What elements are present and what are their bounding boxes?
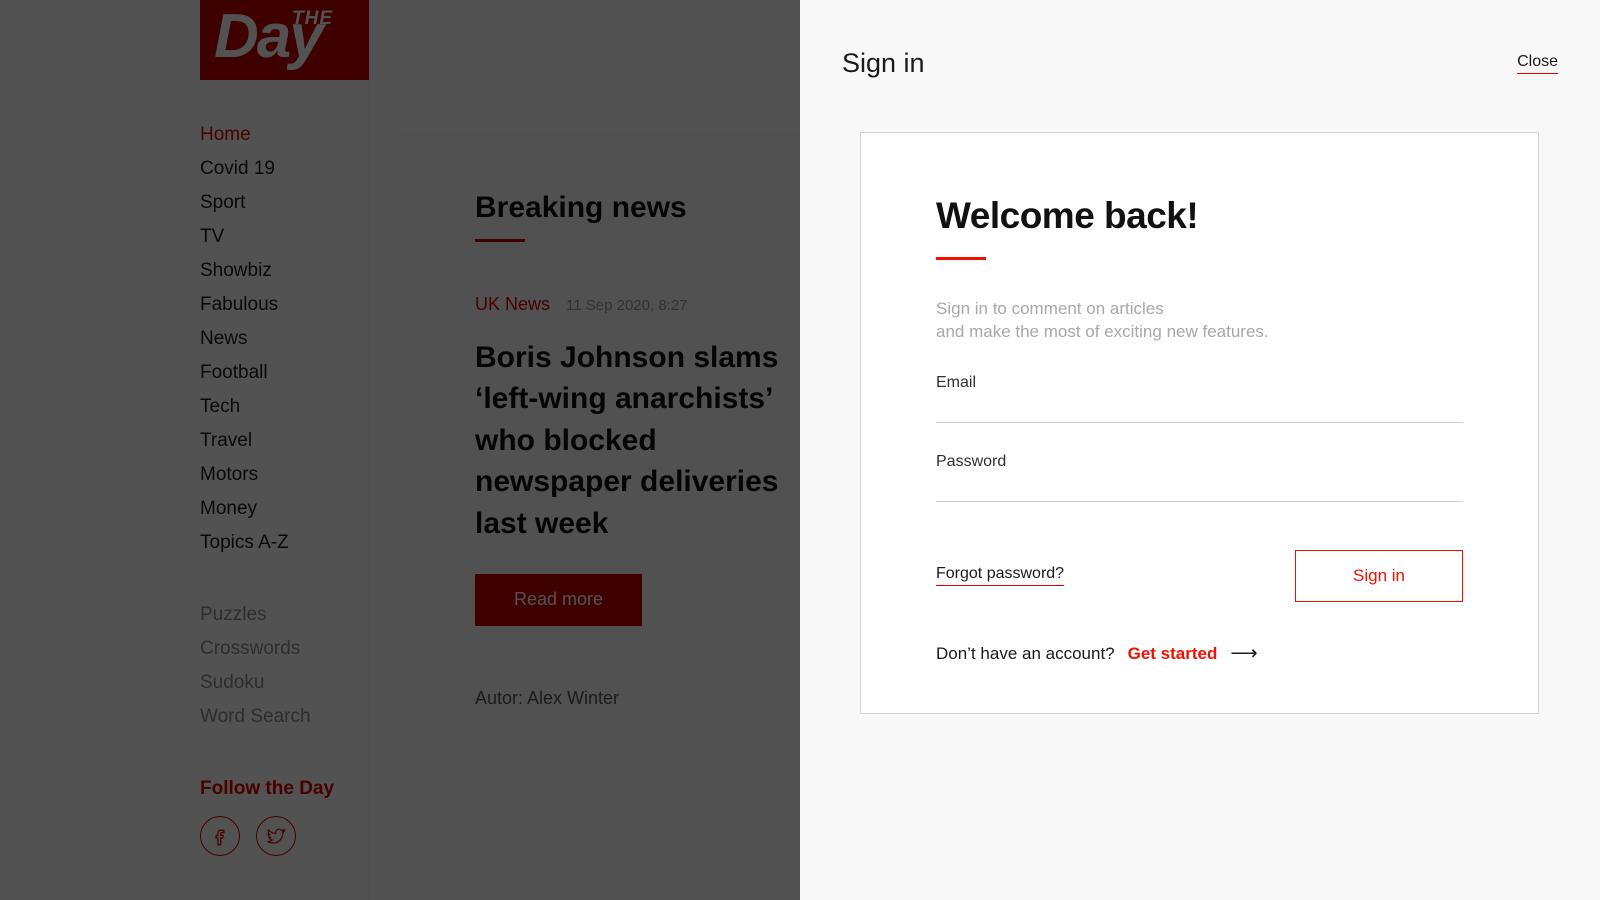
- signin-submit-button[interactable]: Sign in: [1295, 549, 1463, 602]
- signup-prompt-row: Don’t have an account? Get started ⟶: [936, 644, 1463, 664]
- forgot-password-link[interactable]: Forgot password?: [936, 565, 1065, 587]
- close-button[interactable]: Close: [1517, 53, 1558, 74]
- password-input[interactable]: [936, 479, 1463, 502]
- signin-panel: Sign in Close Welcome back! Sign in to c…: [800, 0, 1600, 900]
- panel-header: Sign in Close: [842, 48, 1558, 79]
- email-label: Email: [936, 373, 977, 391]
- panel-title: Sign in: [842, 48, 925, 78]
- app-screen: Day THE Home Covid 19 Sport TV Showbiz F…: [0, 0, 1600, 900]
- password-field-group: Password: [936, 453, 1463, 502]
- email-input[interactable]: [936, 400, 1463, 423]
- password-label: Password: [936, 452, 1007, 470]
- welcome-heading-rule: [936, 257, 986, 260]
- signin-actions: Forgot password? Sign in: [936, 549, 1463, 602]
- signup-prompt-text: Don’t have an account?: [936, 643, 1115, 663]
- arrow-right-icon: ⟶: [1230, 643, 1258, 665]
- signin-card: Welcome back! Sign in to comment on arti…: [860, 132, 1539, 714]
- signin-subtitle-line-2: and make the most of exciting new featur…: [936, 321, 1269, 341]
- email-field-group: Email: [936, 374, 1463, 423]
- signin-subtitle: Sign in to comment on articles and make …: [936, 298, 1463, 344]
- get-started-link[interactable]: Get started: [1128, 644, 1218, 664]
- signin-subtitle-line-1: Sign in to comment on articles: [936, 299, 1164, 318]
- welcome-heading: Welcome back!: [936, 195, 1199, 236]
